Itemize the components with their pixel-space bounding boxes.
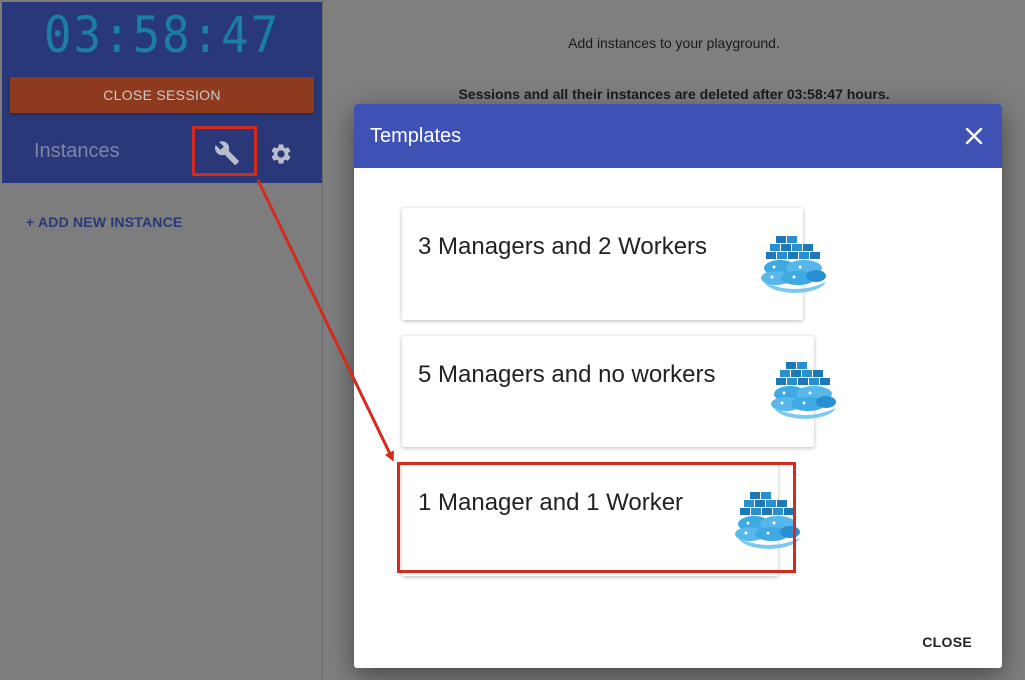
annotation-arrow — [256, 179, 394, 462]
